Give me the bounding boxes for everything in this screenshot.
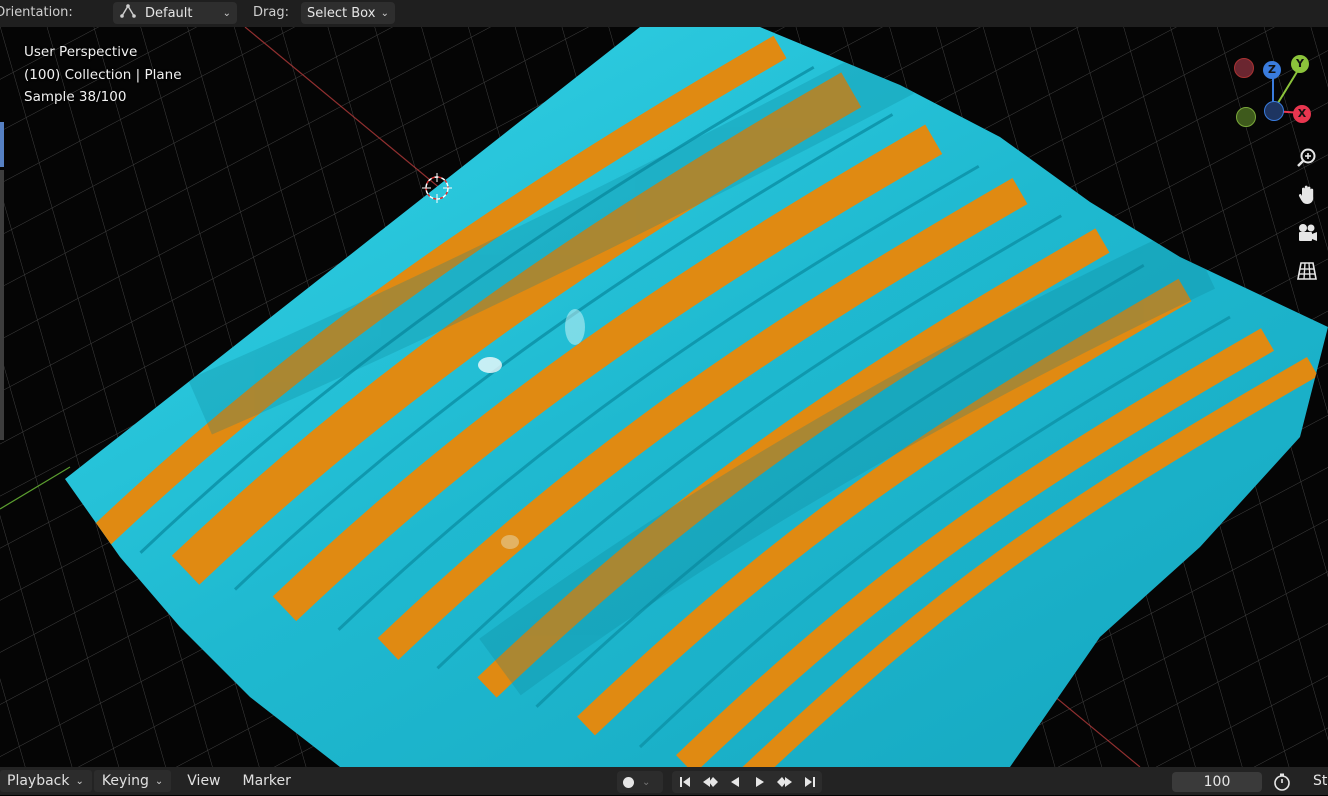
viewport-header: Orientation: Default ⌄ Drag: Select Box …: [0, 0, 1328, 27]
playback-controls: [672, 771, 822, 793]
auto-keying-toggle[interactable]: ⌄: [617, 771, 663, 793]
toolbar-edge-tab[interactable]: [0, 122, 4, 167]
drag-value: Select Box: [307, 5, 376, 21]
current-frame-field[interactable]: 100: [1172, 772, 1262, 792]
play-reverse-icon[interactable]: [722, 771, 747, 793]
axis-x-ball[interactable]: X: [1293, 105, 1311, 123]
hand-pan-icon[interactable]: [1291, 179, 1323, 211]
axis-neg-x-ball[interactable]: [1234, 58, 1254, 78]
jump-to-end-icon[interactable]: [797, 771, 822, 793]
timeline-header: Playback ⌄ Keying ⌄ View Marker ⌄ 100 St: [0, 767, 1328, 795]
chevron-down-icon: ⌄: [75, 775, 84, 787]
axis-z-ball[interactable]: Z: [1263, 61, 1281, 79]
keying-menu[interactable]: Keying ⌄: [93, 770, 172, 792]
view-menu[interactable]: View: [179, 770, 228, 792]
chevron-down-icon: ⌄: [154, 775, 164, 787]
record-icon: [623, 776, 634, 788]
stopwatch-icon[interactable]: [1272, 772, 1292, 792]
keying-label: Keying: [101, 773, 149, 789]
axis-y-ball[interactable]: Y: [1291, 55, 1309, 73]
drag-label: Drag:: [253, 5, 289, 20]
axis-neg-y-ball[interactable]: [1236, 107, 1256, 127]
grid-ortho-icon[interactable]: [1291, 255, 1323, 287]
3d-viewport[interactable]: User Perspective (100) Collection | Plan…: [0, 27, 1328, 767]
orientation-label: Orientation:: [0, 5, 73, 20]
chevron-down-icon: ⌄: [380, 7, 389, 19]
render-sample-count: Sample 38/100: [24, 89, 127, 105]
camera-icon[interactable]: [1291, 217, 1323, 249]
playback-label: Playback: [7, 773, 70, 789]
transform-orientation-icon: [119, 3, 137, 23]
play-icon[interactable]: [747, 771, 772, 793]
view-name: User Perspective: [24, 44, 138, 60]
zoom-icon[interactable]: [1291, 142, 1323, 174]
chevron-down-icon: ⌄: [642, 776, 651, 788]
start-frame-label: St: [1313, 773, 1328, 789]
marker-menu[interactable]: Marker: [235, 770, 299, 792]
drag-dropdown[interactable]: Select Box ⌄: [301, 2, 395, 24]
collection-info: (100) Collection | Plane: [24, 66, 182, 83]
orientation-dropdown[interactable]: Default ⌄: [113, 2, 237, 24]
toolbar-edge-tab[interactable]: [0, 170, 4, 440]
jump-to-start-icon[interactable]: [672, 771, 697, 793]
viewport-render: [0, 27, 1328, 767]
chevron-down-icon: ⌄: [222, 7, 231, 19]
navigation-gizmo[interactable]: Z Y X: [1228, 49, 1318, 129]
jump-to-keyframe-prev-icon[interactable]: [697, 771, 722, 793]
viewport-info: User Perspective (100) Collection | Plan…: [24, 41, 182, 109]
axis-neg-z-ball[interactable]: [1264, 101, 1284, 121]
playback-menu[interactable]: Playback ⌄: [0, 770, 92, 792]
orientation-value: Default: [145, 5, 193, 21]
jump-to-keyframe-next-icon[interactable]: [772, 771, 797, 793]
